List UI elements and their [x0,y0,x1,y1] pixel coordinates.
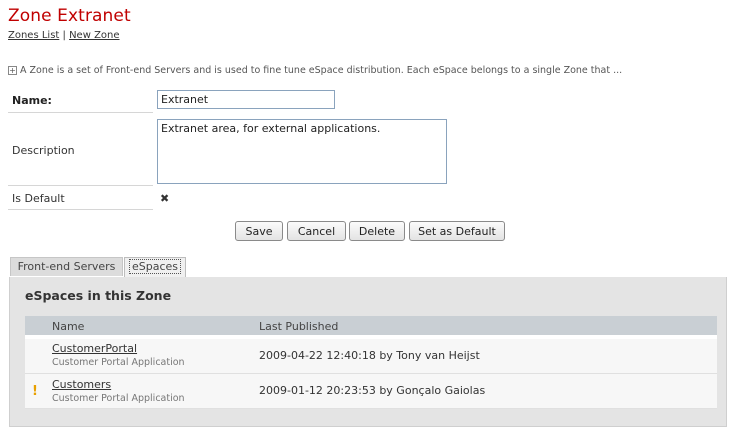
espace-name-link[interactable]: CustomerPortal [52,342,137,355]
description-label: Description [12,144,75,157]
is-default-label: Is Default [12,192,65,205]
espace-subtitle: Customer Portal Application [52,357,185,368]
divider [8,185,153,186]
zone-description-intro: + A Zone is a set of Front-end Servers an… [8,65,622,76]
description-textarea[interactable]: Extranet area, for external applications… [157,119,447,184]
tab-front-end-servers[interactable]: Front-end Servers [10,257,123,276]
breadcrumb: Zones List | New Zone [8,30,120,41]
page-title: Zone Extranet [8,6,131,26]
section-title: eSpaces in this Zone [25,288,172,303]
table-header [25,316,717,335]
new-zone-link[interactable]: New Zone [69,30,119,41]
intro-text: A Zone is a set of Front-end Servers and… [20,65,623,76]
column-header-name: Name [52,320,85,333]
cancel-button[interactable]: Cancel [287,221,346,241]
delete-button[interactable]: Delete [349,221,405,241]
breadcrumb-separator: | [62,30,66,41]
expand-icon[interactable]: + [8,66,17,75]
divider [8,112,153,113]
name-label: Name: [12,94,52,107]
set-as-default-button[interactable]: Set as Default [409,221,505,241]
zones-list-link[interactable]: Zones List [8,30,59,41]
divider [8,209,153,210]
last-published: 2009-04-22 12:40:18 by Tony van Heijst [259,349,480,362]
warning-icon: ! [32,384,38,399]
tab-espaces-label: eSpaces [128,259,182,274]
espace-name-link[interactable]: Customers [52,378,111,391]
name-input[interactable] [157,90,335,109]
last-published: 2009-01-12 20:23:53 by Gonçalo Gaiolas [259,384,486,397]
column-header-last-published: Last Published [259,320,339,333]
cross-icon: ✖ [160,192,170,205]
espace-subtitle: Customer Portal Application [52,393,185,404]
save-button[interactable]: Save [235,221,283,241]
tab-espaces[interactable]: eSpaces [124,257,186,278]
